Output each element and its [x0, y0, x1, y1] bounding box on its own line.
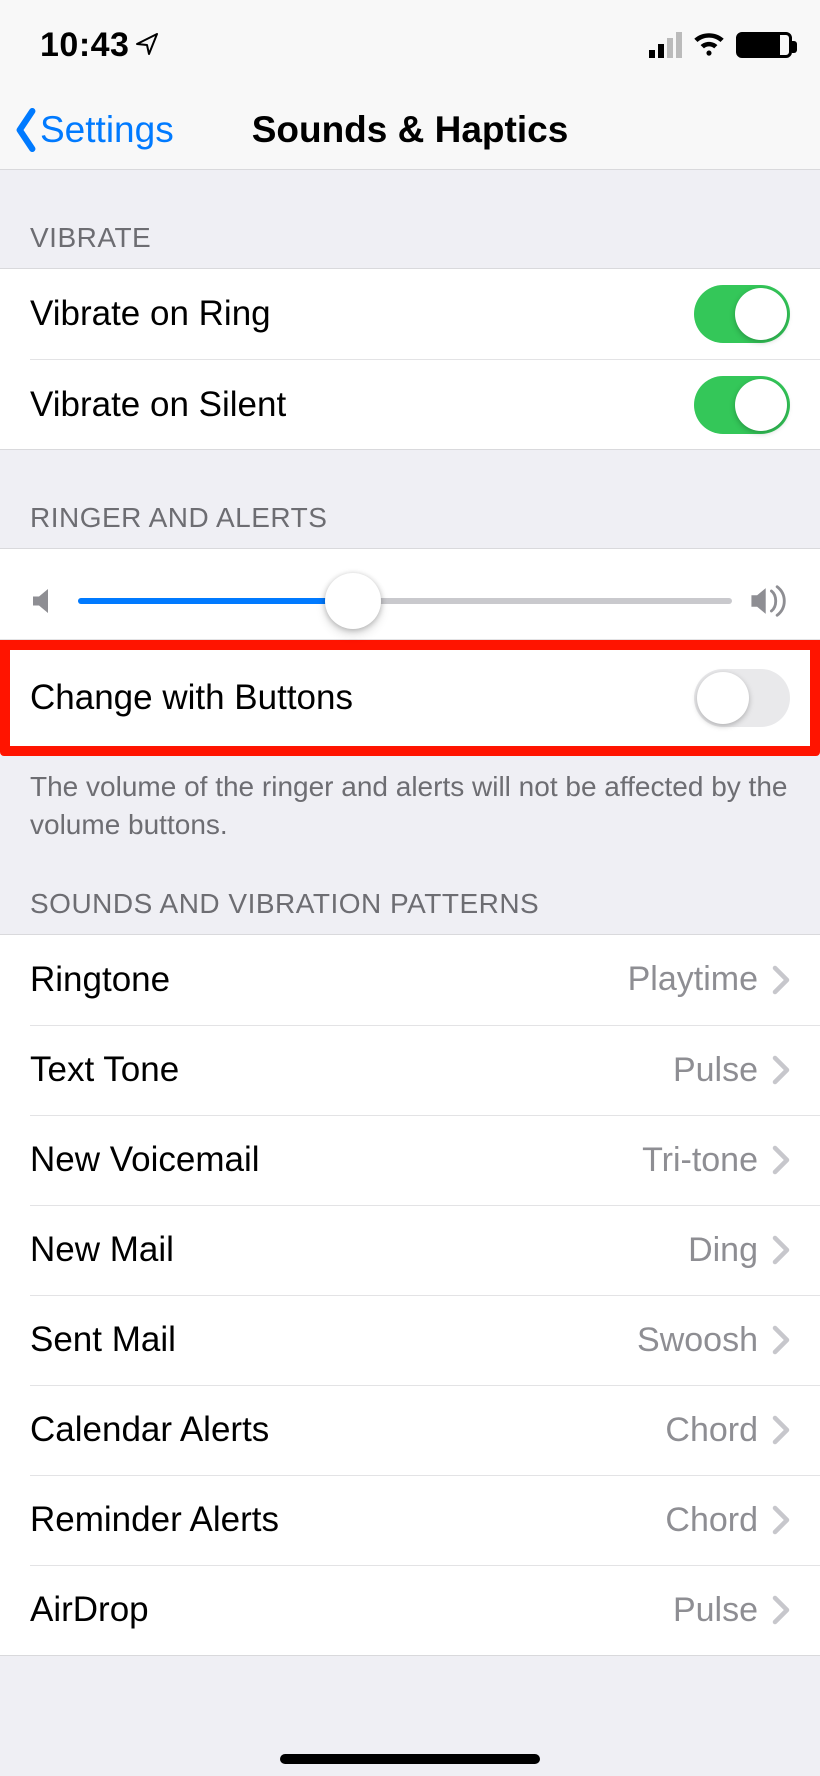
volume-high-icon	[750, 584, 790, 618]
row-text-tone[interactable]: Text Tone Pulse	[30, 1025, 820, 1115]
row-calendar-alerts[interactable]: Calendar Alerts Chord	[30, 1385, 820, 1475]
row-vibrate-on-silent[interactable]: Vibrate on Silent	[30, 359, 820, 449]
toggle-vibrate-on-ring[interactable]	[694, 285, 790, 343]
row-new-voicemail[interactable]: New Voicemail Tri-tone	[30, 1115, 820, 1205]
row-value: Chord	[665, 1501, 758, 1540]
row-reminder-alerts[interactable]: Reminder Alerts Chord	[30, 1475, 820, 1565]
wifi-icon	[692, 29, 726, 62]
row-label: Reminder Alerts	[30, 1500, 665, 1540]
nav-header: Settings Sounds & Haptics	[0, 90, 820, 170]
chevron-left-icon	[12, 108, 40, 152]
vibrate-list: Vibrate on Ring Vibrate on Silent	[0, 268, 820, 450]
chevron-right-icon	[772, 1415, 790, 1445]
slider-thumb[interactable]	[325, 573, 381, 629]
row-value: Ding	[688, 1231, 758, 1270]
row-new-mail[interactable]: New Mail Ding	[30, 1205, 820, 1295]
toggle-vibrate-on-silent[interactable]	[694, 376, 790, 434]
back-label: Settings	[40, 109, 174, 151]
chevron-right-icon	[772, 1505, 790, 1535]
row-label: Vibrate on Ring	[30, 294, 694, 334]
row-volume-slider	[0, 548, 820, 640]
row-sent-mail[interactable]: Sent Mail Swoosh	[30, 1295, 820, 1385]
row-value: Pulse	[673, 1051, 758, 1090]
cellular-icon	[649, 32, 682, 58]
row-label: Vibrate on Silent	[30, 385, 694, 425]
row-change-with-buttons[interactable]: Change with Buttons	[10, 650, 810, 746]
slider-fill	[78, 598, 353, 604]
chevron-right-icon	[772, 1145, 790, 1175]
status-right	[649, 29, 792, 62]
row-value: Swoosh	[637, 1321, 758, 1360]
volume-slider[interactable]	[78, 573, 732, 629]
chevron-right-icon	[772, 965, 790, 995]
row-label: Calendar Alerts	[30, 1410, 665, 1450]
toggle-change-with-buttons[interactable]	[694, 669, 790, 727]
row-label: New Voicemail	[30, 1140, 642, 1180]
status-left: 10:43	[40, 26, 159, 65]
section-header-vibrate: Vibrate	[0, 170, 820, 268]
chevron-right-icon	[772, 1595, 790, 1625]
back-button[interactable]: Settings	[0, 108, 174, 152]
section-header-ringer: Ringer and Alerts	[0, 450, 820, 548]
row-label: AirDrop	[30, 1590, 673, 1630]
row-label: Ringtone	[30, 960, 628, 1000]
row-vibrate-on-ring[interactable]: Vibrate on Ring	[0, 269, 820, 359]
status-time: 10:43	[40, 26, 129, 65]
page-title: Sounds & Haptics	[252, 109, 569, 151]
row-label: Sent Mail	[30, 1320, 637, 1360]
chevron-right-icon	[772, 1325, 790, 1355]
row-label: Change with Buttons	[30, 678, 694, 718]
home-indicator[interactable]	[280, 1754, 540, 1764]
row-value: Pulse	[673, 1591, 758, 1630]
row-ringtone[interactable]: Ringtone Playtime	[0, 935, 820, 1025]
volume-low-icon	[30, 586, 60, 616]
section-header-patterns: Sounds and Vibration Patterns	[0, 844, 820, 934]
row-airdrop[interactable]: AirDrop Pulse	[30, 1565, 820, 1655]
battery-icon	[736, 32, 792, 58]
status-bar: 10:43	[0, 0, 820, 90]
section-footer-ringer: The volume of the ringer and alerts will…	[0, 756, 820, 844]
chevron-right-icon	[772, 1235, 790, 1265]
row-value: Chord	[665, 1411, 758, 1450]
chevron-right-icon	[772, 1055, 790, 1085]
highlighted-change-with-buttons: Change with Buttons	[0, 640, 820, 756]
patterns-list: Ringtone Playtime Text Tone Pulse New Vo…	[0, 934, 820, 1656]
row-value: Playtime	[628, 960, 758, 999]
location-icon	[135, 26, 159, 65]
row-label: Text Tone	[30, 1050, 673, 1090]
row-value: Tri-tone	[642, 1141, 758, 1180]
row-label: New Mail	[30, 1230, 688, 1270]
